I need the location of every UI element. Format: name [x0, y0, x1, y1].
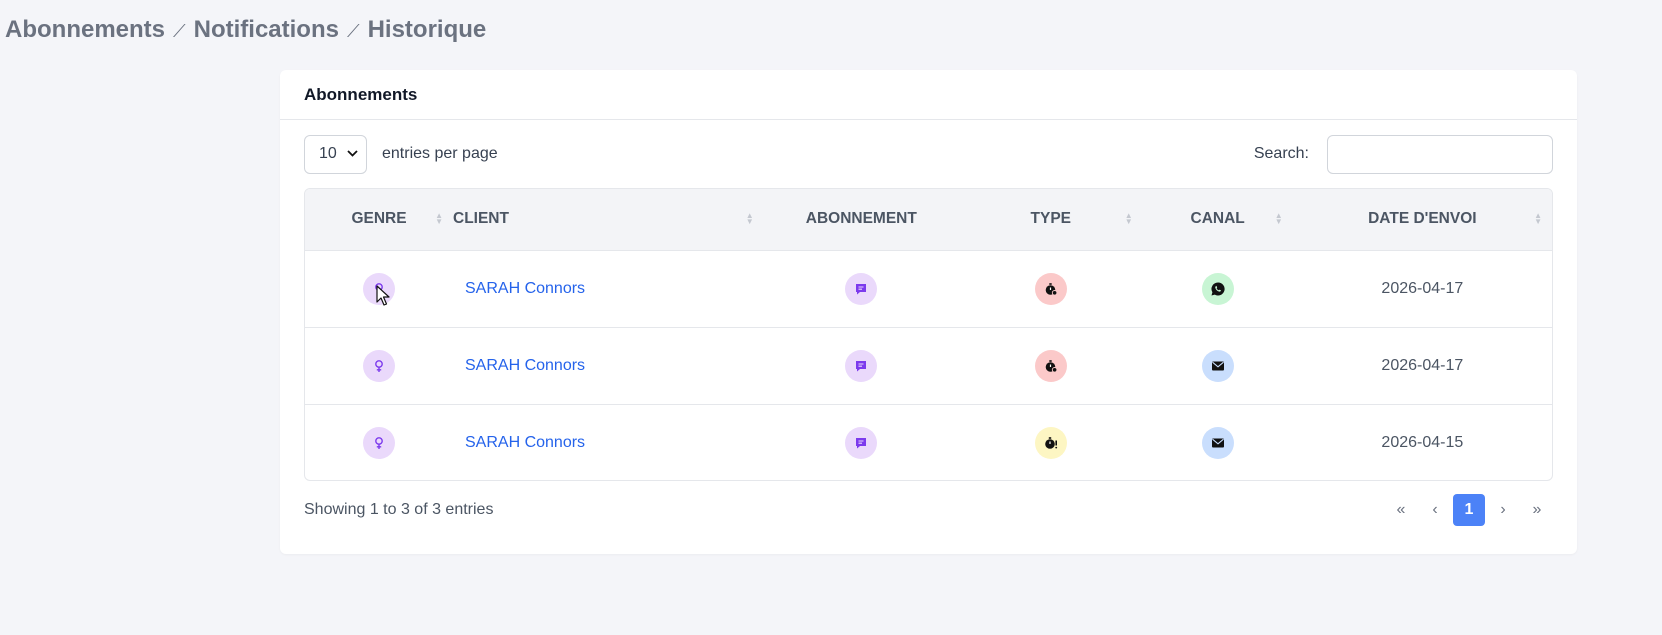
- client-link[interactable]: SARAH Connors: [465, 434, 585, 451]
- table-footer: Showing 1 to 3 of 3 entries « ‹ 1 › »: [304, 494, 1553, 526]
- table-row: SARAH Connors 2026-04-17: [305, 327, 1552, 404]
- card-title: Abonnements: [280, 70, 1577, 120]
- chevron-down-icon: [347, 149, 358, 160]
- column-header-abonnement: ABONNEMENT: [805, 210, 917, 228]
- breadcrumb-item-historique: Historique: [367, 16, 487, 43]
- per-page-control: 10 entries per page: [304, 134, 498, 174]
- entries-per-page-label: entries per page: [382, 145, 498, 162]
- breadcrumb-item-abonnements[interactable]: Abonnements: [5, 16, 165, 44]
- email-icon: [1201, 349, 1234, 382]
- client-link[interactable]: SARAH Connors: [465, 357, 585, 374]
- previous-page-button[interactable]: ‹: [1419, 494, 1451, 526]
- breadcrumb-item-notifications[interactable]: Notifications: [194, 16, 339, 44]
- last-page-button[interactable]: »: [1521, 494, 1553, 526]
- first-page-button[interactable]: «: [1385, 494, 1417, 526]
- column-header-genre[interactable]: GENRE ▲ ▼: [305, 189, 453, 250]
- date-envoi: 2026-04-17: [1381, 356, 1464, 374]
- date-envoi: 2026-04-15: [1381, 433, 1464, 451]
- breadcrumb-separator: ⟋: [346, 20, 360, 41]
- timer-clock-icon: [1034, 349, 1067, 382]
- date-envoi: 2026-04-17: [1381, 279, 1464, 297]
- mouse-cursor-icon: [376, 285, 390, 311]
- table-row: SARAH Connors 2026-04-15: [305, 404, 1552, 480]
- female-icon: [363, 426, 395, 459]
- entries-per-page-value: 10: [319, 145, 337, 162]
- page-1-button[interactable]: 1: [1453, 494, 1485, 526]
- sort-icon: ▲ ▼: [745, 211, 754, 227]
- table-row: SARAH Connors 2026-04-17: [305, 250, 1552, 327]
- column-header-canal[interactable]: CANAL ▲ ▼: [1143, 189, 1293, 250]
- search-label: Search:: [1253, 145, 1309, 162]
- sort-icon: ▲ ▼: [1274, 211, 1283, 227]
- entries-per-page-select[interactable]: 10: [304, 134, 367, 174]
- entries-info: Showing 1 to 3 of 3 entries: [304, 501, 494, 518]
- breadcrumb: Abonnements ⟋ Notifications ⟋ Historique: [5, 16, 486, 44]
- timer-clock-icon: [1034, 272, 1067, 305]
- message-icon: [845, 349, 878, 382]
- message-icon: [845, 272, 878, 305]
- breadcrumb-separator: ⟋: [173, 20, 186, 41]
- female-icon: [363, 349, 395, 382]
- pagination: « ‹ 1 › »: [1385, 494, 1553, 526]
- column-header-client[interactable]: CLIENT ▲ ▼: [453, 189, 764, 250]
- search-control: Search:: [1253, 134, 1553, 174]
- column-header-date-envoi[interactable]: DATE D'ENVOI ▲ ▼: [1293, 189, 1552, 250]
- column-header-type[interactable]: TYPE ▲ ▼: [959, 189, 1143, 250]
- sort-icon: ▲ ▼: [1534, 211, 1542, 227]
- stopwatch-alert-icon: [1034, 426, 1067, 459]
- sort-icon: ▲ ▼: [435, 211, 443, 227]
- search-input[interactable]: [1327, 134, 1553, 174]
- table-header-row: GENRE ▲ ▼ CLIENT ▲ ▼ ABONNEMENT TYPE ▲ ▼ CANAL…: [305, 189, 1552, 250]
- email-icon: [1201, 426, 1234, 459]
- abonnements-card: Abonnements 10 entries per page Search:: [280, 70, 1577, 554]
- whatsapp-icon: [1201, 272, 1234, 305]
- message-icon: [845, 426, 878, 459]
- notifications-table: GENRE ▲ ▼ CLIENT ▲ ▼ ABONNEMENT TYPE ▲ ▼ CANAL…: [304, 188, 1553, 481]
- client-link[interactable]: SARAH Connors: [465, 280, 585, 297]
- table-controls: 10 entries per page Search:: [304, 134, 1553, 174]
- next-page-button[interactable]: ›: [1487, 494, 1519, 526]
- sort-icon: ▲ ▼: [1124, 211, 1133, 227]
